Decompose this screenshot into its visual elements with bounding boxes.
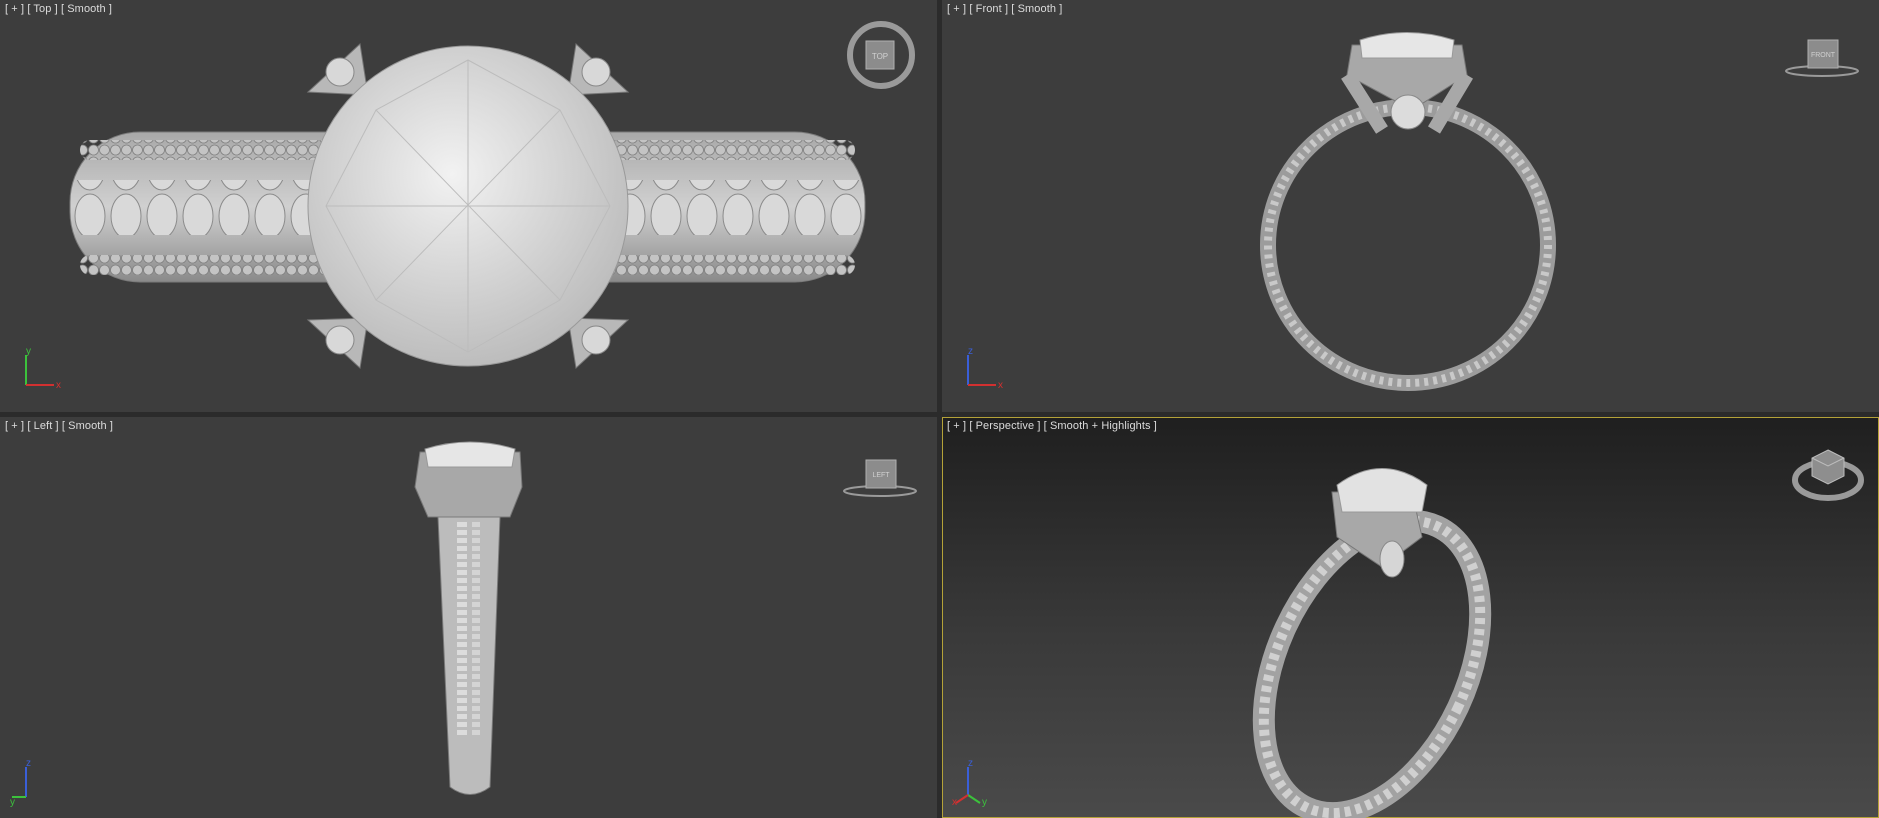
axis-label: y bbox=[10, 797, 15, 807]
axis-tripod-top: y x bbox=[18, 345, 68, 400]
viewport-left[interactable]: [ + ] [ Left ] [ Smooth ] LEFT z y bbox=[0, 417, 937, 818]
ring-model-top[interactable] bbox=[0, 0, 937, 412]
ring-model-perspective[interactable] bbox=[942, 417, 1879, 818]
axis-tripod-perspective: z y x bbox=[952, 757, 1002, 812]
svg-text:TOP: TOP bbox=[872, 52, 888, 61]
axis-label: z bbox=[968, 346, 973, 357]
axis-label: z bbox=[968, 758, 973, 769]
axis-label: x bbox=[56, 380, 61, 391]
viewcube-top[interactable]: TOP bbox=[846, 20, 916, 90]
viewport-perspective[interactable]: [ + ] [ Perspective ] [ Smooth + Highlig… bbox=[942, 417, 1879, 818]
viewcube-front[interactable]: FRONT bbox=[1782, 35, 1862, 80]
axis-tripod-left: z y bbox=[10, 757, 60, 812]
viewport-front[interactable]: [ + ] [ Front ] [ Smooth ] FRONT z x bbox=[942, 0, 1879, 412]
axis-label: x bbox=[952, 797, 957, 807]
ring-model-front[interactable] bbox=[942, 0, 1879, 412]
axis-tripod-front: z x bbox=[960, 345, 1010, 400]
svg-text:FRONT: FRONT bbox=[1811, 52, 1836, 59]
ring-model-left[interactable] bbox=[0, 417, 937, 818]
axis-label: y bbox=[26, 346, 31, 357]
axis-label: y bbox=[982, 797, 987, 807]
viewcube-perspective[interactable] bbox=[1790, 442, 1866, 502]
viewcube-left[interactable]: LEFT bbox=[840, 455, 920, 500]
viewport-top[interactable]: [ + ] [ Top ] [ Smooth ] TOP y x bbox=[0, 0, 937, 412]
svg-text:LEFT: LEFT bbox=[872, 472, 890, 479]
axis-label: x bbox=[998, 380, 1003, 391]
axis-label: z bbox=[26, 758, 31, 769]
